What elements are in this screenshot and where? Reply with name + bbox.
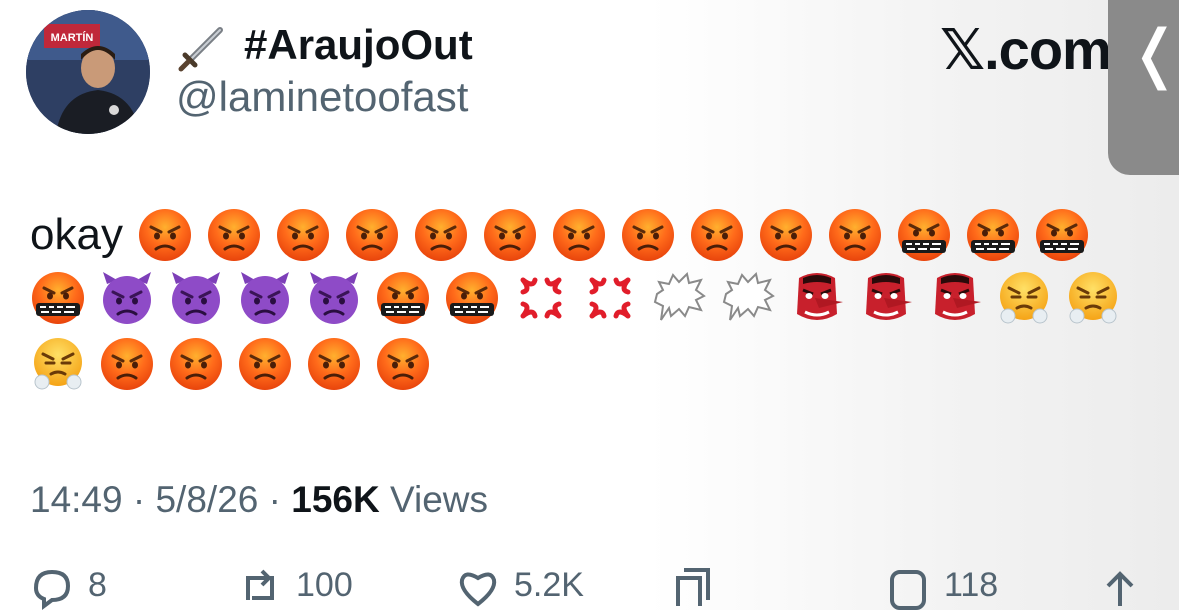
- reply-icon: [33, 569, 71, 610]
- like-button[interactable]: 5.2K: [456, 566, 584, 607]
- imp-emoji: [99, 270, 155, 326]
- imp-emoji: [168, 270, 224, 326]
- angry-emoji: [206, 207, 262, 263]
- views-count: 156K: [291, 479, 380, 520]
- angry-emoji: [344, 207, 400, 263]
- bookmark-count: 118: [944, 566, 999, 604]
- speech-bubble-emoji: [651, 270, 707, 326]
- angry-emoji: [137, 207, 193, 263]
- avatar-caption: MARTÍN: [51, 31, 94, 44]
- cursing-emoji: [965, 207, 1021, 263]
- cursing-emoji: [896, 207, 952, 263]
- share-list-button[interactable]: [670, 566, 714, 606]
- angry-emoji: [99, 336, 155, 392]
- angry-emoji: [168, 336, 224, 392]
- repost-icon: [246, 569, 274, 600]
- cursing-emoji: [1034, 207, 1090, 263]
- tweet-meta: 14:49 · 5/8/26 · 156K Views: [30, 478, 488, 522]
- angry-emoji: [689, 207, 745, 263]
- angry-emoji: [551, 207, 607, 263]
- imp-emoji: [237, 270, 293, 326]
- goblin-emoji: [858, 270, 914, 326]
- bookmark-list-icon: [676, 568, 710, 606]
- angry-emoji: [306, 336, 362, 392]
- angry-emoji: [237, 336, 293, 392]
- reply-button[interactable]: 8: [30, 566, 107, 610]
- triumph-emoji: [30, 336, 86, 392]
- angry-emoji: [375, 336, 431, 392]
- anger-symbol-emoji: [582, 270, 638, 326]
- heart-icon: [459, 572, 497, 607]
- meta-separator: ·: [132, 479, 146, 520]
- views-label: Views: [389, 479, 489, 520]
- angry-emoji: [827, 207, 883, 263]
- cursing-emoji: [30, 270, 86, 326]
- share-icon: [1106, 571, 1134, 606]
- cursing-emoji: [444, 270, 500, 326]
- chevron-left-icon[interactable]: ❬: [1128, 18, 1179, 88]
- timestamp-date[interactable]: 5/8/26: [155, 479, 258, 520]
- action-bar: 8 100 5.2K 118: [0, 566, 1179, 610]
- tweet-emoji-line-2: [30, 270, 1134, 330]
- imp-emoji: [306, 270, 362, 326]
- bookmark-icon: [890, 570, 926, 610]
- repost-button[interactable]: 100: [238, 566, 353, 606]
- tweet-text: okay: [30, 210, 123, 259]
- angry-emoji: [275, 207, 331, 263]
- sword-icon: [176, 22, 228, 74]
- angry-emoji: [413, 207, 469, 263]
- angry-emoji: [758, 207, 814, 263]
- speech-bubble-emoji: [720, 270, 776, 326]
- timestamp-time[interactable]: 14:49: [30, 479, 123, 520]
- like-count: 5.2K: [514, 566, 584, 604]
- share-button[interactable]: [1098, 566, 1142, 606]
- goblin-emoji: [789, 270, 845, 326]
- reply-count: 8: [88, 566, 107, 604]
- triumph-emoji: [1065, 270, 1121, 326]
- cursing-emoji: [375, 270, 431, 326]
- avatar[interactable]: MARTÍN: [26, 10, 150, 134]
- bookmark-button[interactable]: 118: [886, 566, 999, 610]
- repost-count: 100: [296, 566, 353, 604]
- angry-emoji: [482, 207, 538, 263]
- anger-symbol-emoji: [513, 270, 569, 326]
- source-badge: 𝕏.com: [940, 18, 1112, 81]
- triumph-emoji: [996, 270, 1052, 326]
- goblin-emoji: [927, 270, 983, 326]
- angry-emoji: [620, 207, 676, 263]
- tweet-emoji-line-3: [30, 336, 444, 396]
- meta-separator: ·: [268, 479, 281, 520]
- tweet-text-line-1: okay: [30, 205, 1103, 265]
- handle[interactable]: @laminetoofast: [176, 72, 468, 122]
- display-name[interactable]: #AraujoOut: [244, 20, 473, 70]
